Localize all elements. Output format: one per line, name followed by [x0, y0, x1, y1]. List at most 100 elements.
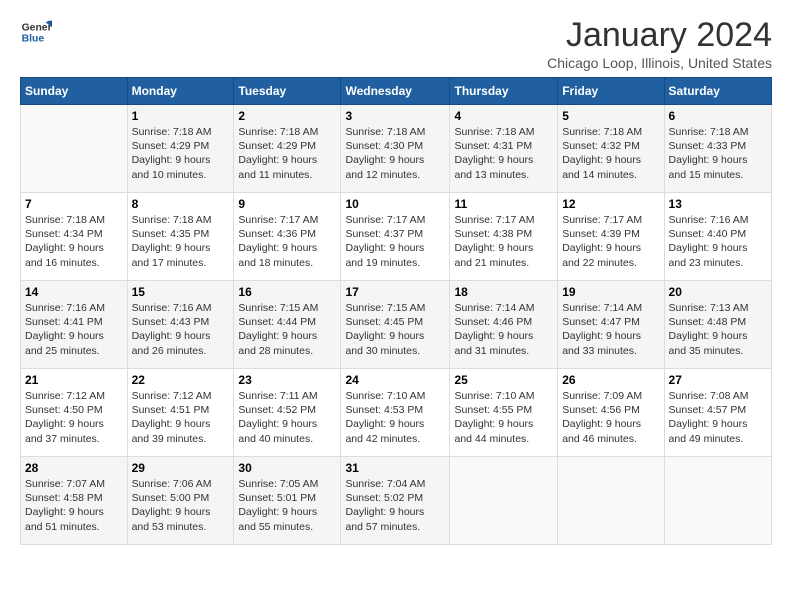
- day-number: 20: [669, 285, 767, 299]
- day-cell: 16Sunrise: 7:15 AM Sunset: 4:44 PM Dayli…: [234, 281, 341, 369]
- day-number: 11: [454, 197, 553, 211]
- calendar-table: SundayMondayTuesdayWednesdayThursdayFrid…: [20, 77, 772, 545]
- day-cell: 27 Sunrise: 7:08 AM Sunset: 4:57 PM Dayli…: [664, 369, 771, 457]
- day-cell: 30 Sunrise: 7:05 AM Sunset: 5:01 PM Dayli…: [234, 457, 341, 545]
- day-cell: 2 Sunrise: 7:18 AM Sunset: 4:29 PM Daylig…: [234, 105, 341, 193]
- day-info: Sunrise: 7:10 AM Sunset: 4:55 PM Dayligh…: [454, 389, 553, 446]
- day-info: Sunrise: 7:17 AM Sunset: 4:39 PM Dayligh…: [562, 213, 659, 270]
- day-info: Sunrise: 7:10 AM Sunset: 4:53 PM Dayligh…: [345, 389, 445, 446]
- day-cell: 5Sunrise: 7:18 AM Sunset: 4:32 PM Daylig…: [558, 105, 664, 193]
- title-block: January 2024 Chicago Loop, Illinois, Uni…: [547, 16, 772, 71]
- calendar-header-row: SundayMondayTuesdayWednesdayThursdayFrid…: [21, 78, 772, 105]
- subtitle: Chicago Loop, Illinois, United States: [547, 55, 772, 71]
- day-cell: 25Sunrise: 7:10 AM Sunset: 4:55 PM Dayli…: [450, 369, 558, 457]
- day-info: Sunrise: 7:09 AM Sunset: 4:56 PM Dayligh…: [562, 389, 659, 446]
- day-number: 14: [25, 285, 123, 299]
- day-number: 23: [238, 373, 336, 387]
- day-cell: 15 Sunrise: 7:16 AM Sunset: 4:43 PM Dayli…: [127, 281, 234, 369]
- day-cell: 20 Sunrise: 7:13 AM Sunset: 4:48 PM Dayli…: [664, 281, 771, 369]
- day-cell: 31Sunrise: 7:04 AM Sunset: 5:02 PM Dayli…: [341, 457, 450, 545]
- day-number: 18: [454, 285, 553, 299]
- day-cell: 21Sunrise: 7:12 AM Sunset: 4:50 PM Dayli…: [21, 369, 128, 457]
- day-info: Sunrise: 7:07 AM Sunset: 4:58 PM Dayligh…: [25, 477, 123, 534]
- svg-text:General: General: [22, 22, 52, 33]
- day-info: Sunrise: 7:06 AM Sunset: 5:00 PM Dayligh…: [132, 477, 230, 534]
- day-number: 29: [132, 461, 230, 475]
- day-number: 27: [669, 373, 767, 387]
- header-tuesday: Tuesday: [234, 78, 341, 105]
- main-title: January 2024: [547, 16, 772, 55]
- day-cell: 17 Sunrise: 7:15 AM Sunset: 4:45 PM Dayli…: [341, 281, 450, 369]
- logo-icon: General Blue: [20, 16, 52, 48]
- day-cell: 6 Sunrise: 7:18 AM Sunset: 4:33 PM Daylig…: [664, 105, 771, 193]
- day-number: 12: [562, 197, 659, 211]
- day-cell: 13Sunrise: 7:16 AM Sunset: 4:40 PM Dayli…: [664, 193, 771, 281]
- day-number: 3: [345, 109, 445, 123]
- day-info: Sunrise: 7:18 AM Sunset: 4:33 PM Dayligh…: [669, 125, 767, 182]
- logo: General Blue: [20, 16, 52, 48]
- day-number: 6: [669, 109, 767, 123]
- day-info: Sunrise: 7:18 AM Sunset: 4:35 PM Dayligh…: [132, 213, 230, 270]
- day-info: Sunrise: 7:08 AM Sunset: 4:57 PM Dayligh…: [669, 389, 767, 446]
- day-number: 21: [25, 373, 123, 387]
- day-cell: 4 Sunrise: 7:18 AM Sunset: 4:31 PM Daylig…: [450, 105, 558, 193]
- day-cell: [450, 457, 558, 545]
- day-cell: 10Sunrise: 7:17 AM Sunset: 4:37 PM Dayli…: [341, 193, 450, 281]
- day-info: Sunrise: 7:05 AM Sunset: 5:01 PM Dayligh…: [238, 477, 336, 534]
- day-info: Sunrise: 7:15 AM Sunset: 4:45 PM Dayligh…: [345, 301, 445, 358]
- day-cell: 3 Sunrise: 7:18 AM Sunset: 4:30 PM Daylig…: [341, 105, 450, 193]
- day-number: 8: [132, 197, 230, 211]
- day-number: 5: [562, 109, 659, 123]
- day-cell: [664, 457, 771, 545]
- day-cell: 12 Sunrise: 7:17 AM Sunset: 4:39 PM Dayli…: [558, 193, 664, 281]
- day-cell: 22Sunrise: 7:12 AM Sunset: 4:51 PM Dayli…: [127, 369, 234, 457]
- day-number: 31: [345, 461, 445, 475]
- day-info: Sunrise: 7:16 AM Sunset: 4:43 PM Dayligh…: [132, 301, 230, 358]
- day-cell: 7 Sunrise: 7:18 AM Sunset: 4:34 PM Daylig…: [21, 193, 128, 281]
- day-number: 17: [345, 285, 445, 299]
- day-number: 16: [238, 285, 336, 299]
- day-number: 30: [238, 461, 336, 475]
- day-info: Sunrise: 7:17 AM Sunset: 4:36 PM Dayligh…: [238, 213, 336, 270]
- day-cell: 24 Sunrise: 7:10 AM Sunset: 4:53 PM Dayli…: [341, 369, 450, 457]
- week-row-4: 21Sunrise: 7:12 AM Sunset: 4:50 PM Dayli…: [21, 369, 772, 457]
- day-info: Sunrise: 7:13 AM Sunset: 4:48 PM Dayligh…: [669, 301, 767, 358]
- day-cell: 19Sunrise: 7:14 AM Sunset: 4:47 PM Dayli…: [558, 281, 664, 369]
- day-info: Sunrise: 7:18 AM Sunset: 4:29 PM Dayligh…: [238, 125, 336, 182]
- day-cell: 11 Sunrise: 7:17 AM Sunset: 4:38 PM Dayli…: [450, 193, 558, 281]
- day-cell: [558, 457, 664, 545]
- svg-text:Blue: Blue: [22, 34, 45, 45]
- day-number: 2: [238, 109, 336, 123]
- day-info: Sunrise: 7:17 AM Sunset: 4:37 PM Dayligh…: [345, 213, 445, 270]
- day-cell: 23 Sunrise: 7:11 AM Sunset: 4:52 PM Dayli…: [234, 369, 341, 457]
- day-number: 13: [669, 197, 767, 211]
- day-cell: 8 Sunrise: 7:18 AM Sunset: 4:35 PM Daylig…: [127, 193, 234, 281]
- day-info: Sunrise: 7:18 AM Sunset: 4:30 PM Dayligh…: [345, 125, 445, 182]
- day-cell: 18 Sunrise: 7:14 AM Sunset: 4:46 PM Dayli…: [450, 281, 558, 369]
- day-cell: [21, 105, 128, 193]
- day-number: 24: [345, 373, 445, 387]
- day-number: 15: [132, 285, 230, 299]
- header-thursday: Thursday: [450, 78, 558, 105]
- day-number: 7: [25, 197, 123, 211]
- day-number: 26: [562, 373, 659, 387]
- day-cell: 26 Sunrise: 7:09 AM Sunset: 4:56 PM Dayli…: [558, 369, 664, 457]
- day-cell: 14Sunrise: 7:16 AM Sunset: 4:41 PM Dayli…: [21, 281, 128, 369]
- header-sunday: Sunday: [21, 78, 128, 105]
- day-number: 1: [132, 109, 230, 123]
- day-info: Sunrise: 7:17 AM Sunset: 4:38 PM Dayligh…: [454, 213, 553, 270]
- day-info: Sunrise: 7:18 AM Sunset: 4:31 PM Dayligh…: [454, 125, 553, 182]
- day-cell: 29 Sunrise: 7:06 AM Sunset: 5:00 PM Dayli…: [127, 457, 234, 545]
- header-wednesday: Wednesday: [341, 78, 450, 105]
- week-row-5: 28Sunrise: 7:07 AM Sunset: 4:58 PM Dayli…: [21, 457, 772, 545]
- day-info: Sunrise: 7:14 AM Sunset: 4:46 PM Dayligh…: [454, 301, 553, 358]
- header-monday: Monday: [127, 78, 234, 105]
- day-cell: 28Sunrise: 7:07 AM Sunset: 4:58 PM Dayli…: [21, 457, 128, 545]
- day-info: Sunrise: 7:14 AM Sunset: 4:47 PM Dayligh…: [562, 301, 659, 358]
- day-number: 4: [454, 109, 553, 123]
- day-info: Sunrise: 7:11 AM Sunset: 4:52 PM Dayligh…: [238, 389, 336, 446]
- header-friday: Friday: [558, 78, 664, 105]
- day-info: Sunrise: 7:18 AM Sunset: 4:34 PM Dayligh…: [25, 213, 123, 270]
- header-saturday: Saturday: [664, 78, 771, 105]
- day-info: Sunrise: 7:12 AM Sunset: 4:51 PM Dayligh…: [132, 389, 230, 446]
